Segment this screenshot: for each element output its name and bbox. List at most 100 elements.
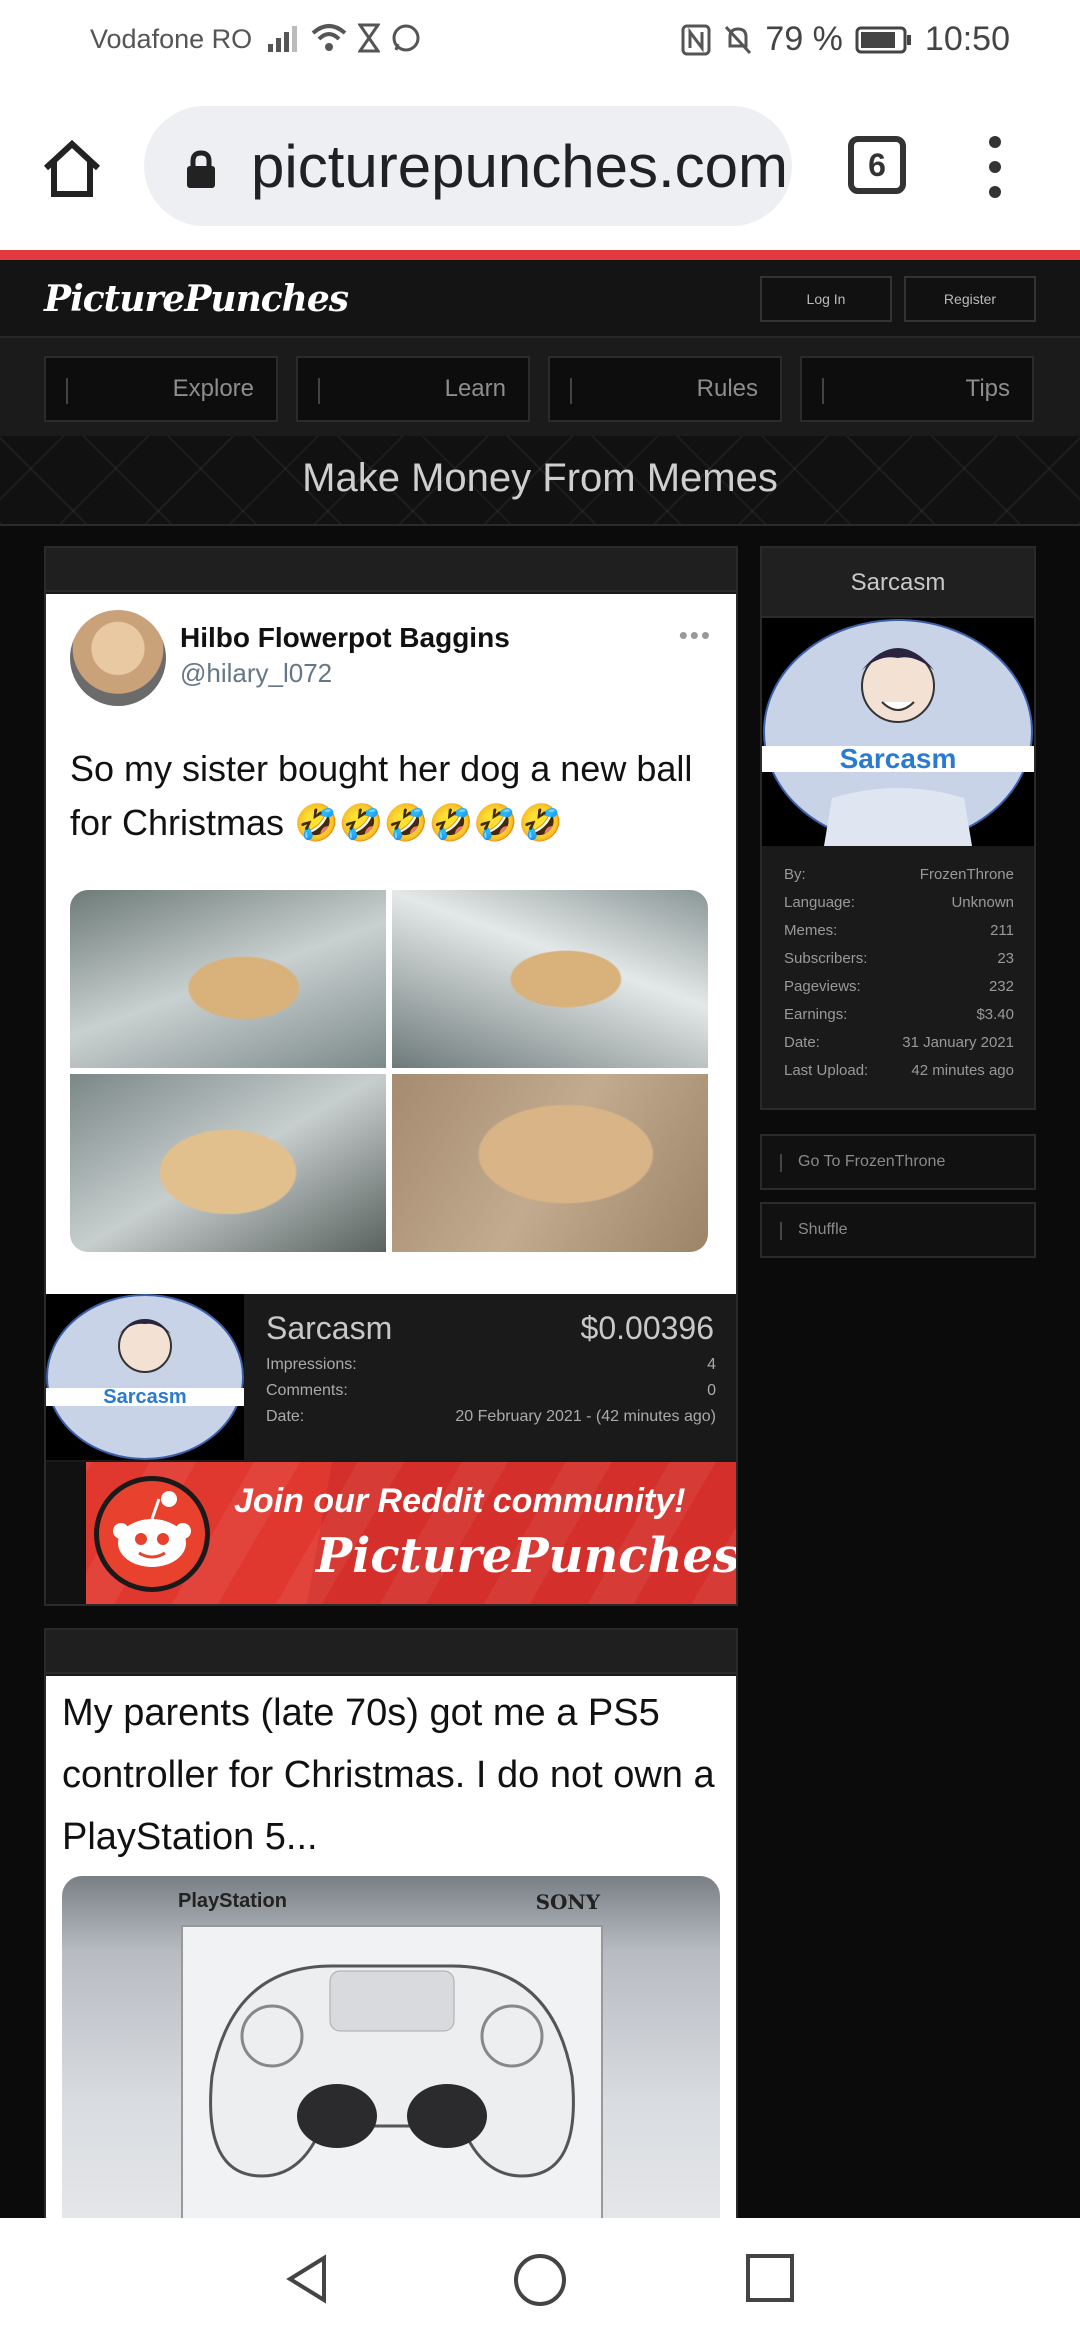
nav-rules-label: Rules [696, 375, 758, 402]
stat-comments: Comments: 0 [266, 1382, 716, 1400]
nfc-icon [681, 24, 711, 55]
post-image[interactable]: My parents (late 70s) got me a PS5 contr… [46, 1676, 736, 2256]
button-divider [780, 1222, 782, 1240]
stat-impressions: Impressions: 4 [266, 1356, 716, 1374]
banner-title: Make Money From Memes [302, 456, 778, 500]
nav-rules[interactable]: Rules [548, 356, 782, 422]
tweet-avatar [70, 610, 166, 706]
hero-banner: Make Money From Memes [0, 436, 1080, 526]
stat-label: Date: [784, 1034, 820, 1051]
stat-label: By: [784, 866, 806, 883]
status-icons-left [266, 22, 422, 54]
register-button[interactable]: Register [904, 276, 1036, 322]
dog-photo [392, 890, 708, 1068]
battery-percent: 79 % [765, 20, 843, 58]
sarcasm-avatar-image: Sarcasm [762, 619, 1034, 846]
nav-divider [570, 378, 572, 404]
shuffle-button[interactable]: Shuffle [760, 1202, 1036, 1258]
lock-icon [187, 150, 215, 188]
stat-date: Date: 20 February 2021 - (42 minutes ago) [266, 1408, 716, 1426]
stat-value: $3.40 [976, 1006, 1014, 1023]
stat-value: 23 [997, 950, 1014, 967]
address-bar[interactable]: picturepunches.com [144, 106, 792, 226]
post-earnings: $0.00396 [580, 1310, 714, 1346]
sidebar-stat-subscribers: Subscribers: 23 [784, 950, 1014, 967]
signal-icon [268, 26, 297, 52]
stat-value: 42 minutes ago [911, 1062, 1014, 1079]
reddit-icon [94, 1476, 210, 1592]
sidebar-stat-last-upload: Last Upload: 42 minutes ago [784, 1062, 1014, 1079]
nav-learn[interactable]: Learn [296, 356, 530, 422]
go-to-user-label: Go To FrozenThrone [798, 1153, 946, 1170]
sidebar-stat-language: Language: Unknown [784, 894, 1014, 911]
stat-label: Pageviews: [784, 978, 861, 995]
post-image-caption: My parents (late 70s) got me a PS5 contr… [62, 1692, 715, 1858]
post-category-title[interactable]: Sarcasm [266, 1310, 392, 1347]
nav-explore-label: Explore [172, 375, 254, 402]
clock: 10:50 [924, 20, 1010, 58]
nav-explore[interactable]: Explore [44, 356, 278, 422]
post-topbar [46, 548, 736, 592]
battery-icon [855, 26, 911, 53]
url-text: picturepunches.com [251, 133, 788, 200]
nav-tips-label: Tips [965, 375, 1010, 402]
post-meta: Sarcasm Sarcasm $0.00396 Impressions: 4 C… [46, 1294, 736, 1460]
nav-divider [66, 378, 68, 404]
stat-label: Date: [266, 1408, 305, 1425]
post-topbar [46, 1630, 736, 1674]
reddit-community-banner[interactable]: Join our Reddit community! PicturePunche… [46, 1462, 736, 1604]
reddit-banner-brand: PicturePunches [316, 1528, 736, 1584]
hourglass-icon [358, 23, 380, 53]
whatsapp-icon [392, 24, 420, 52]
stat-label: Last Upload: [784, 1062, 869, 1079]
shuffle-label: Shuffle [798, 1221, 848, 1238]
accent-bar [0, 250, 1080, 260]
post-image[interactable]: Hilbo Flowerpot Baggins @hilary_l072 •••… [46, 594, 736, 1294]
dog-photo [392, 1074, 708, 1252]
stat-label: Subscribers: [784, 950, 868, 967]
avatar-caption: Sarcasm [840, 743, 957, 774]
login-button[interactable]: Log In [760, 276, 892, 322]
overflow-menu-icon[interactable] [980, 132, 1010, 202]
controller-illustration [181, 1925, 603, 2256]
sidebar-stat-date: Date: 31 January 2021 [784, 1034, 1014, 1051]
tweet-handle: @hilary_l072 [180, 658, 333, 688]
nav-divider [822, 378, 824, 404]
go-to-user-button[interactable]: Go To FrozenThrone [760, 1134, 1036, 1190]
sidebar-stat-by: By: FrozenThrone [784, 866, 1014, 883]
tweet-author-name: Hilbo Flowerpot Baggins [180, 622, 510, 653]
tweet-text: So my sister bought her dog a new ball f… [70, 748, 693, 843]
dog-photo-grid [70, 890, 708, 1252]
home-nav-icon[interactable] [512, 2252, 568, 2308]
stat-label: Earnings: [784, 1006, 848, 1023]
banner-edge [46, 1462, 86, 1604]
stat-value[interactable]: FrozenThrone [920, 866, 1014, 883]
wifi-icon [311, 24, 347, 51]
sarcasm-avatar-image: Sarcasm [46, 1294, 244, 1460]
button-divider [780, 1154, 782, 1172]
stat-value: Unknown [951, 894, 1014, 911]
stat-label: Language: [784, 894, 855, 911]
dog-photo [70, 890, 386, 1068]
back-icon[interactable] [280, 2252, 334, 2306]
stat-value: 31 January 2021 [902, 1034, 1014, 1051]
main-nav: Explore Learn Rules Tips [0, 336, 1080, 436]
sidebar-stat-pageviews: Pageviews: 232 [784, 978, 1014, 995]
stat-label: Memes: [784, 922, 838, 939]
nav-tips[interactable]: Tips [800, 356, 1034, 422]
sidebar-category-card: Sarcasm Sarcasm By: FrozenThrone Language… [760, 546, 1036, 1110]
browser-toolbar: picturepunches.com 6 [0, 82, 1080, 250]
site-logo[interactable]: PicturePunches [44, 278, 349, 320]
sidebar-avatar[interactable]: Sarcasm [762, 618, 1034, 846]
more-icon: ••• [678, 620, 712, 650]
post-category-avatar[interactable]: Sarcasm [46, 1294, 244, 1460]
tab-switcher-button[interactable]: 6 [848, 136, 906, 194]
reddit-banner-headline: Join our Reddit community! [234, 1482, 686, 1520]
recents-icon[interactable] [744, 2252, 796, 2304]
stat-value: 4 [707, 1356, 716, 1373]
sidebar-stat-earnings: Earnings: $3.40 [784, 1006, 1014, 1023]
home-icon[interactable] [38, 134, 106, 202]
status-bar: Vodafone RO 79 % 10:50 [0, 0, 1080, 82]
sidebar-title[interactable]: Sarcasm [762, 548, 1034, 618]
stat-value: 0 [707, 1382, 716, 1399]
